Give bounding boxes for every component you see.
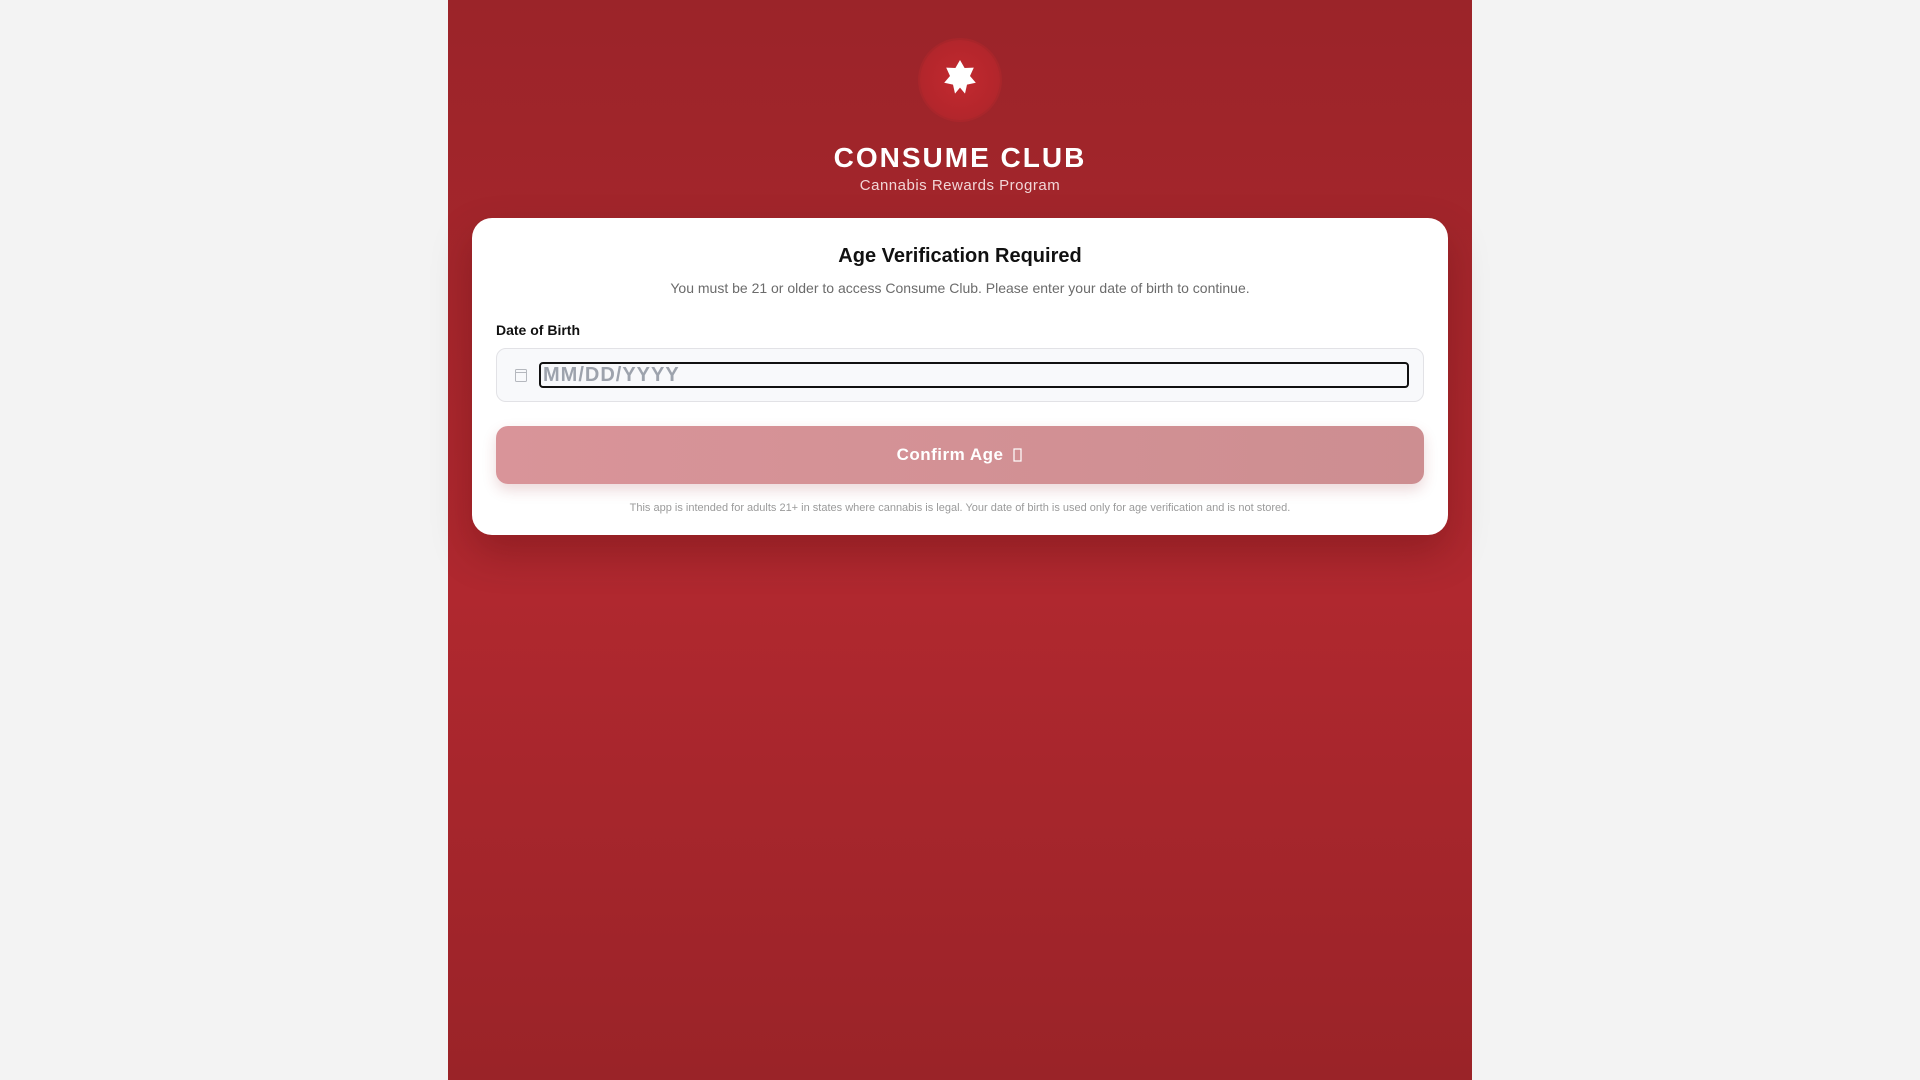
brand-header: CONSUME CLUB Cannabis Rewards Program — [448, 40, 1472, 196]
app-shell: CONSUME CLUB Cannabis Rewards Program Ag… — [448, 0, 1472, 1080]
brand-title: CONSUME CLUB — [833, 142, 1087, 173]
confirm-age-button[interactable]: Confirm Age — [496, 426, 1424, 484]
card-description: You must be 21 or older to access Consum… — [670, 280, 1250, 296]
age-verification-card: Age Verification Required You must be 21… — [472, 218, 1448, 535]
confirm-age-label: Confirm Age — [896, 445, 1004, 464]
brand-subtitle: Cannabis Rewards Program — [859, 177, 1061, 194]
cannabis-leaf-icon — [940, 58, 980, 103]
dob-field[interactable] — [496, 348, 1424, 402]
dob-label: Date of Birth — [496, 322, 580, 338]
calendar-icon — [513, 367, 529, 383]
dob-input[interactable] — [539, 362, 1409, 388]
arrow-right-icon — [1013, 448, 1023, 462]
logo — [920, 40, 1000, 120]
disclaimer: This app is intended for adults 21+ in s… — [629, 502, 1291, 514]
card-title: Age Verification Required — [838, 245, 1082, 267]
